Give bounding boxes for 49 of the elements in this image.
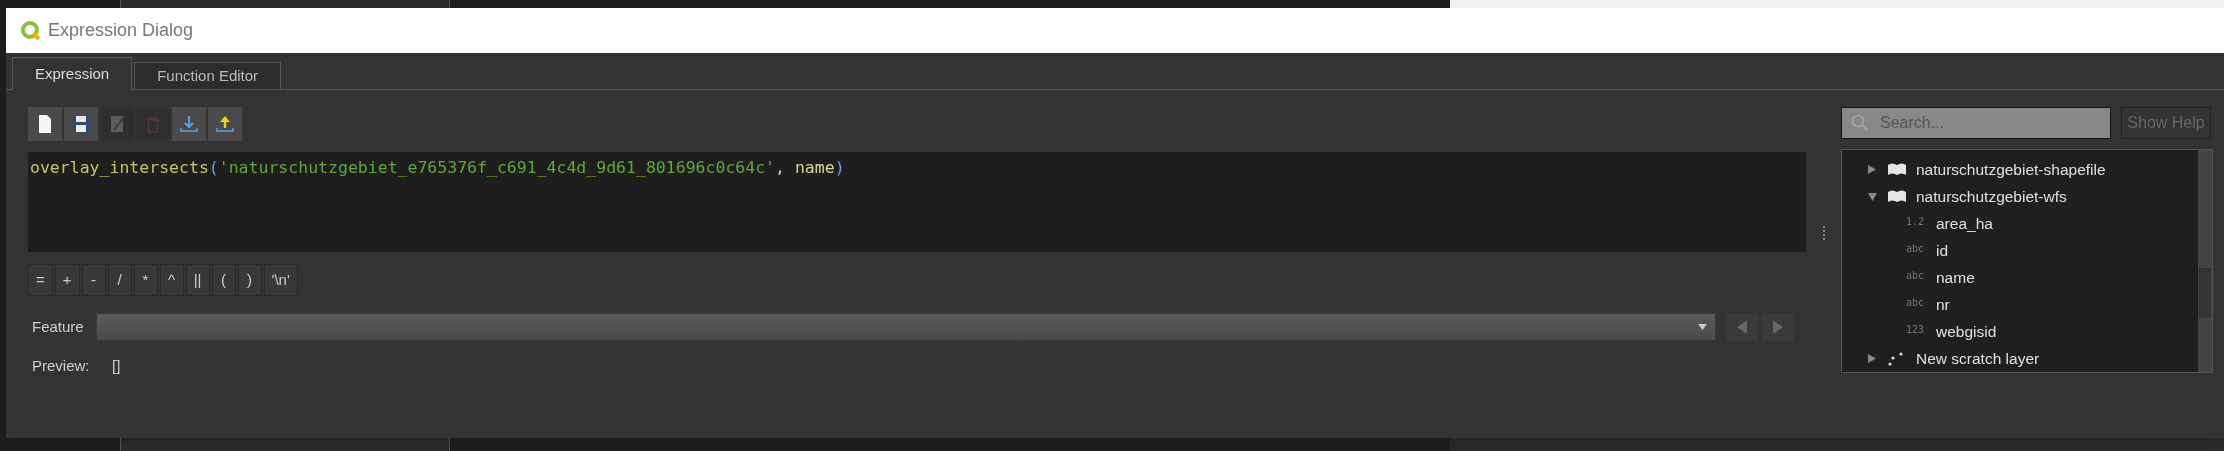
left-arrow-icon: [1737, 320, 1747, 334]
next-feature-button[interactable]: [1762, 313, 1794, 341]
field-type-tag: abc: [1906, 241, 1930, 256]
right-arrow-icon: [1773, 320, 1783, 334]
tree-item[interactable]: naturschutzgebiet-shapefile: [1916, 157, 2106, 182]
operator-button[interactable]: ^: [159, 264, 184, 296]
search-icon: [1851, 114, 1869, 132]
import-button[interactable]: [172, 107, 206, 141]
tree-item[interactable]: New scratch layer: [1916, 346, 2040, 371]
tree-item[interactable]: naturschutzgebiet-wfs: [1916, 184, 2067, 209]
field-type-tag: abc: [1906, 268, 1930, 283]
operator-button[interactable]: ||: [185, 264, 210, 296]
polygon-layer-icon: [1886, 161, 1908, 178]
app-logo-icon: [20, 19, 42, 42]
expand-arrow-icon[interactable]: [1868, 354, 1878, 363]
download-arrow-icon: [178, 113, 200, 135]
operator-button[interactable]: +: [54, 264, 80, 296]
expression-editor[interactable]: overlay_intersects('naturschutzgebiet_e765376f_c691_4c4d_9d61_801696c0c64c', name): [28, 152, 1806, 252]
tree-item[interactable]: name: [1936, 265, 1975, 290]
operator-button[interactable]: /: [107, 264, 132, 296]
operator-button[interactable]: ): [237, 264, 262, 296]
splitter-handle[interactable]: [1822, 225, 1825, 240]
tree-item[interactable]: id: [1936, 238, 1949, 263]
scrollbar[interactable]: [2198, 150, 2212, 372]
field-type-tag: 1.2: [1906, 214, 1930, 229]
previous-feature-button[interactable]: [1726, 313, 1758, 341]
tab[interactable]: Function Editor: [134, 62, 282, 89]
save-button[interactable]: [64, 107, 98, 141]
polygon-layer-icon: [1886, 188, 1908, 205]
tree-item[interactable]: area_ha: [1936, 211, 1993, 236]
tab[interactable]: Expression: [12, 57, 133, 90]
new-file-button[interactable]: [28, 107, 62, 141]
preview-label: Preview:: [32, 356, 91, 376]
field-type-tag: abc: [1906, 295, 1930, 310]
preview-value: []: [112, 356, 121, 376]
tree-item[interactable]: webgisid: [1936, 319, 1997, 344]
operator-button[interactable]: (: [211, 264, 236, 296]
expand-arrow-icon[interactable]: [1868, 192, 1878, 201]
operator-button[interactable]: *: [133, 264, 158, 296]
field-type-tag: 123: [1906, 322, 1930, 337]
caret-icon: [1698, 324, 1707, 330]
tree-item[interactable]: nr: [1936, 292, 1950, 317]
expand-arrow-icon[interactable]: [1868, 165, 1878, 174]
export-button[interactable]: [208, 107, 242, 141]
feature-label: Feature: [32, 316, 85, 337]
operator-button[interactable]: '\n': [263, 264, 298, 296]
window-title: Expression Dialog: [48, 19, 194, 42]
operator-button[interactable]: -: [81, 264, 106, 296]
operator-button[interactable]: =: [28, 264, 53, 296]
